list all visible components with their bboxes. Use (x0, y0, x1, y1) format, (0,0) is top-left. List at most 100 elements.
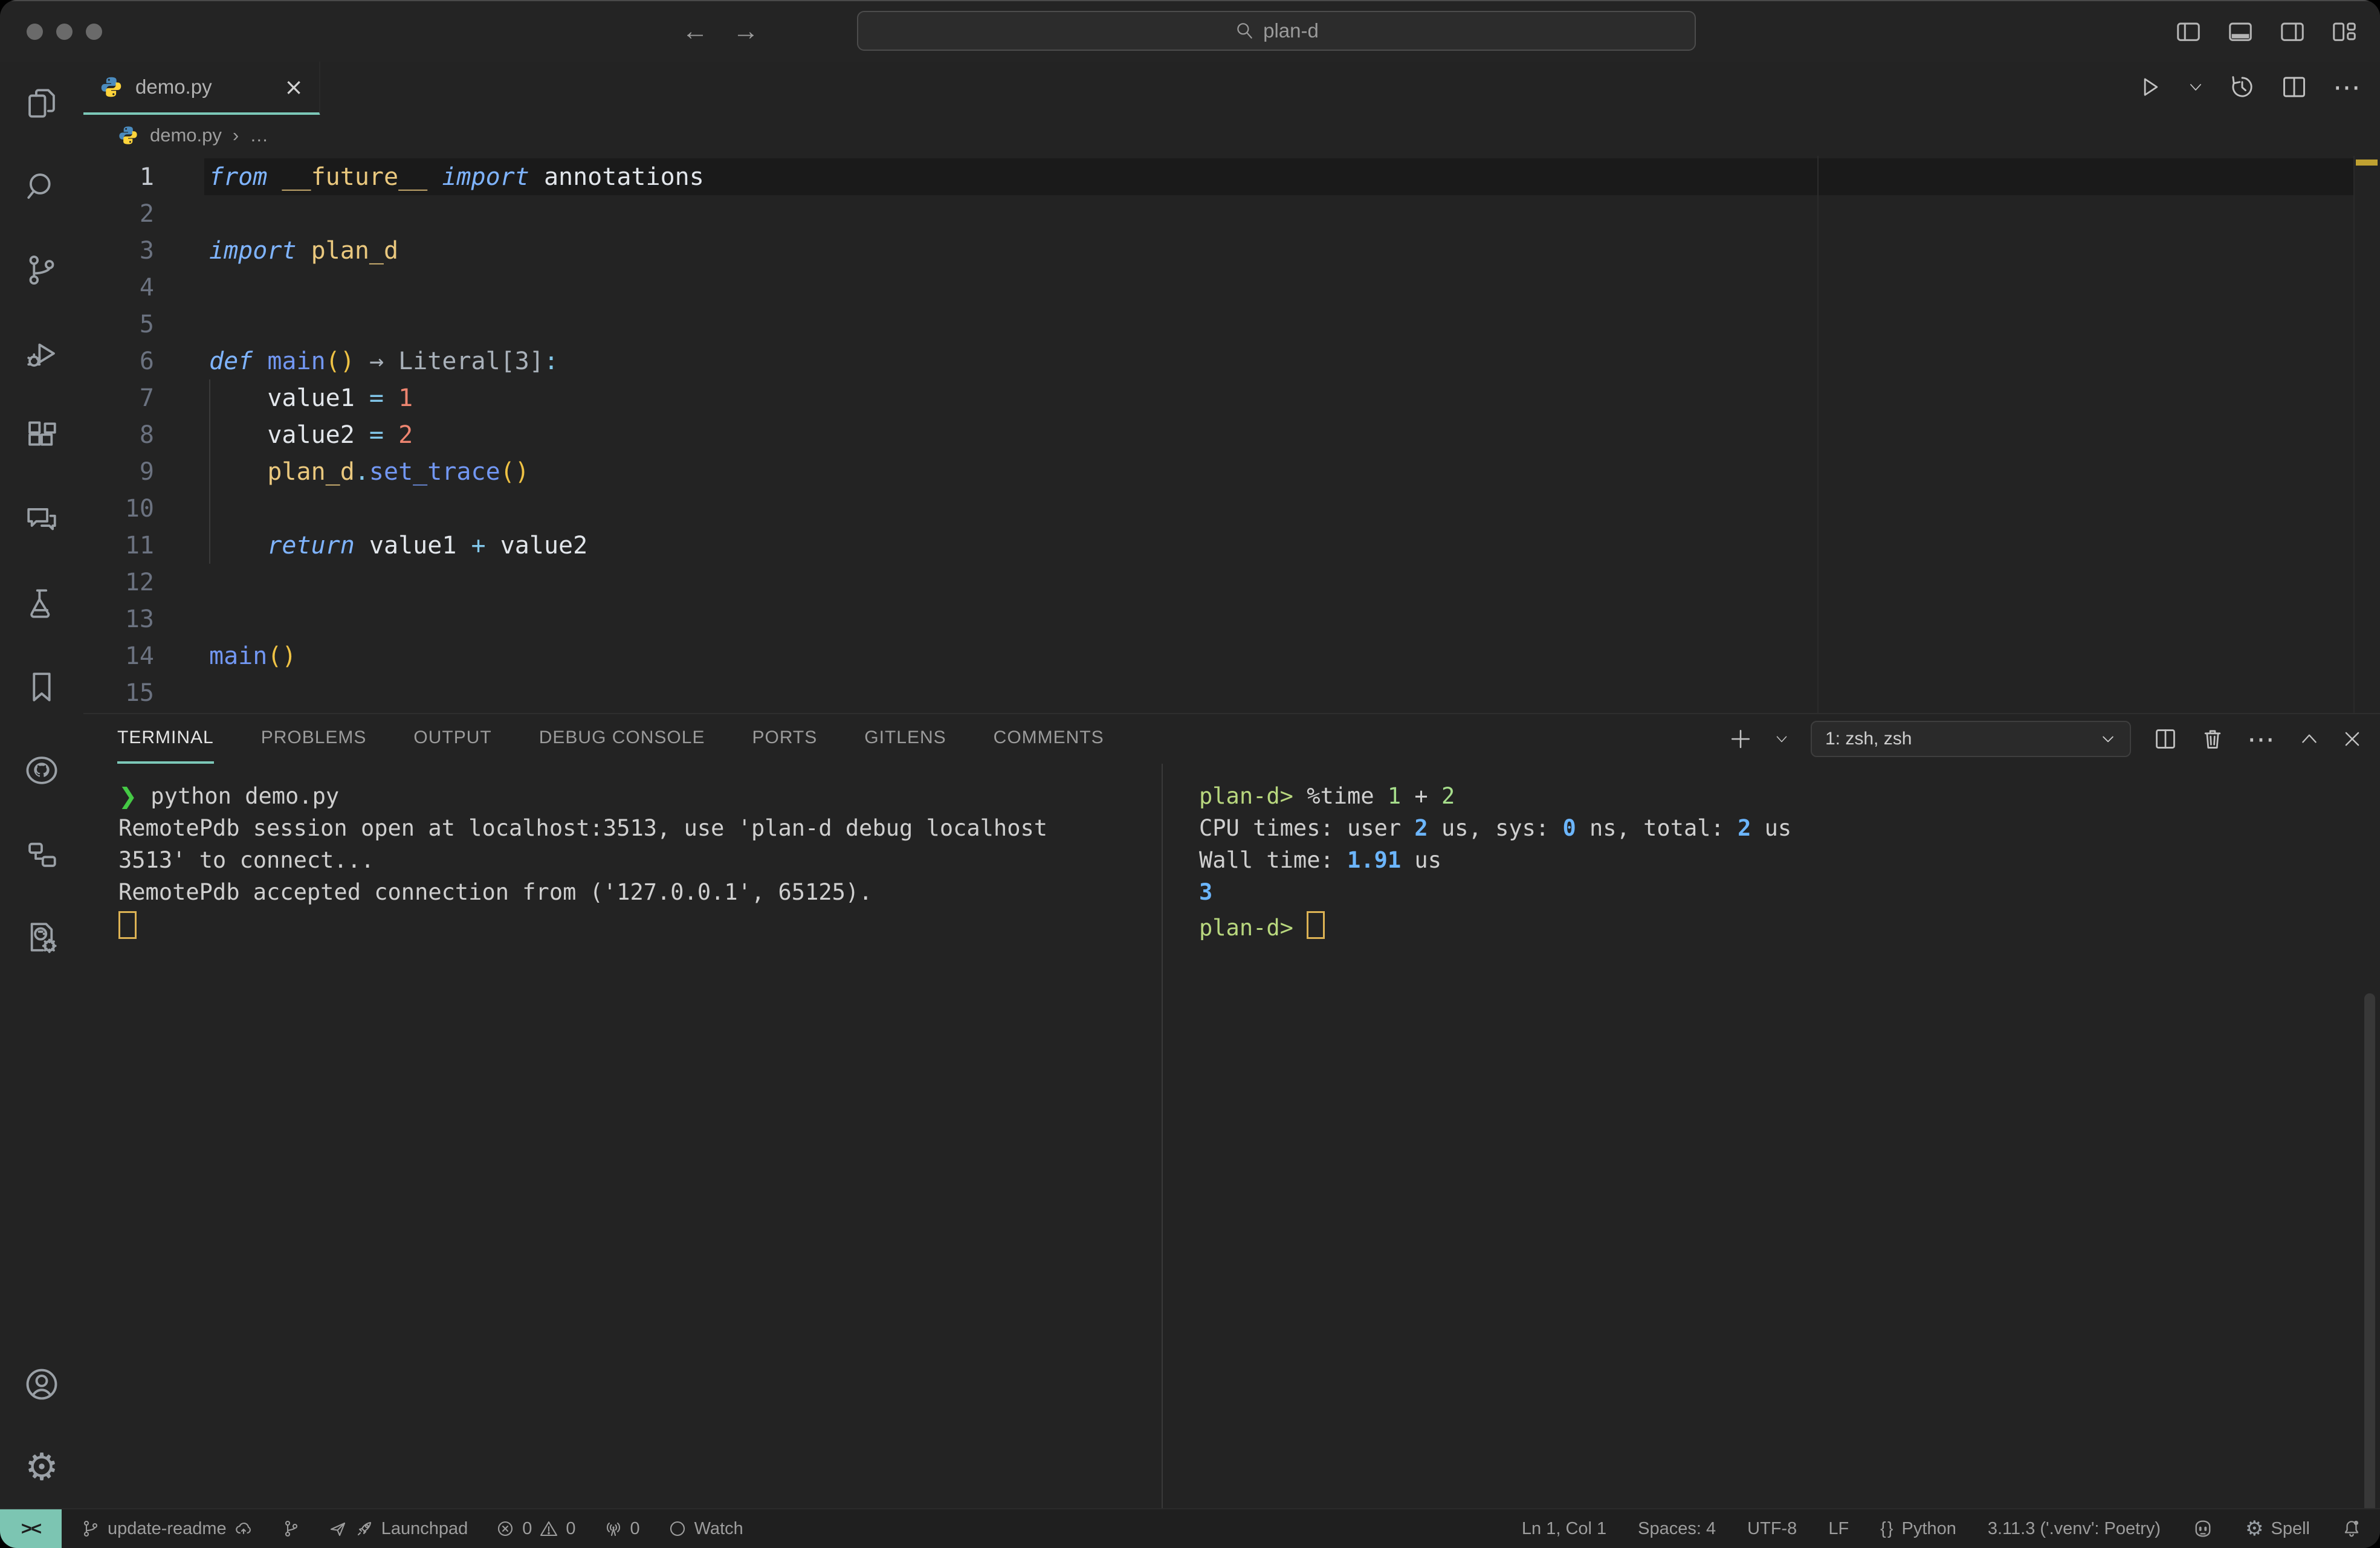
vscode-window: ← → plan-d (0, 0, 2380, 1548)
close-panel-icon[interactable] (2341, 728, 2363, 750)
extensions-icon[interactable] (0, 395, 83, 479)
panel-tab-output[interactable]: OUTPUT (413, 714, 491, 764)
window-controls[interactable] (27, 24, 102, 40)
cursor-position-item[interactable]: Ln 1, Col 1 (1522, 1519, 1606, 1539)
panel-tab-terminal[interactable]: TERMINAL (117, 714, 214, 764)
terminal-select[interactable]: 1: zsh, zsh (1811, 721, 2131, 757)
tab-demo-py[interactable]: demo.py × (83, 62, 320, 115)
git-branch-label: update-readme (108, 1519, 227, 1539)
code-line[interactable]: 5 (83, 306, 2380, 343)
panel-tab-gitlens[interactable]: GITLENS (864, 714, 946, 764)
run-debug-icon[interactable] (0, 312, 83, 395)
terminal-scrollbar[interactable] (2364, 993, 2375, 1537)
remote-explorer-icon[interactable] (0, 812, 83, 895)
terminal-pane-divider[interactable] (1162, 764, 1163, 1509)
code-line[interactable]: 8 value2 = 2 (83, 416, 2380, 453)
terminal-cursor (118, 911, 137, 939)
toggle-secondary-sidebar-icon[interactable] (2278, 18, 2306, 45)
publish-cloud-icon (234, 1519, 253, 1538)
customize-layout-icon[interactable] (2330, 18, 2358, 45)
terminal-pane-left[interactable]: ❯ python demo.pyRemotePdb session open a… (118, 783, 1140, 943)
code-line[interactable]: 10 (83, 490, 2380, 527)
spell-checker-item[interactable]: ⚙ Spell (2245, 1518, 2310, 1539)
zoom-window-button[interactable] (86, 24, 102, 40)
comments-view-icon[interactable] (0, 479, 83, 562)
kill-terminal-trash-icon[interactable] (2200, 726, 2225, 752)
toggle-panel-icon[interactable] (2226, 18, 2254, 45)
code-line[interactable]: 11 return value1 + value2 (83, 527, 2380, 564)
go-forward-icon[interactable]: → (732, 16, 759, 47)
error-icon (496, 1519, 515, 1538)
run-dropdown-chevron-icon[interactable] (2188, 79, 2204, 95)
testing-icon[interactable] (0, 562, 83, 645)
line-number: 8 (83, 421, 154, 449)
remote-indicator[interactable]: >< (0, 1509, 62, 1548)
maximize-panel-chevron-icon[interactable] (2299, 729, 2320, 749)
copilot-icon (2192, 1518, 2214, 1540)
close-window-button[interactable] (27, 24, 43, 40)
terminal-profile-chevron-icon[interactable] (1774, 732, 1789, 746)
breadcrumb: demo.py › … (83, 115, 2380, 156)
notifications-item[interactable] (2341, 1518, 2362, 1539)
explorer-icon[interactable] (0, 62, 83, 145)
encoding-item[interactable]: UTF-8 (1747, 1519, 1797, 1539)
editor-tab-bar: demo.py × ⋯ (83, 62, 2380, 115)
cpp-tools-icon[interactable] (0, 895, 83, 979)
code-line[interactable]: 6def main() → Literal[3]: (83, 343, 2380, 379)
toggle-primary-sidebar-icon[interactable] (2175, 18, 2202, 45)
panel-tab-comments[interactable]: COMMENTS (994, 714, 1104, 764)
breadcrumb-file[interactable]: demo.py (150, 124, 222, 146)
language-mode-item[interactable]: {} Python (1880, 1519, 1956, 1539)
git-branch-item[interactable]: update-readme (81, 1519, 253, 1539)
ports-tunnel-item[interactable]: 0 (604, 1519, 640, 1539)
settings-gear-icon[interactable]: ⚙ (0, 1426, 83, 1509)
go-back-icon[interactable]: ← (682, 16, 708, 47)
commit-graph-item[interactable] (281, 1519, 300, 1538)
copilot-item[interactable] (2192, 1518, 2214, 1540)
github-icon[interactable] (0, 729, 83, 812)
problems-item[interactable]: 0 0 (496, 1519, 575, 1539)
code-line[interactable]: 3import plan_d (83, 232, 2380, 269)
line-number: 3 (83, 237, 154, 265)
code-line[interactable]: 4 (83, 269, 2380, 306)
source-control-icon[interactable] (0, 228, 83, 312)
search-view-icon[interactable] (0, 145, 83, 228)
python-interpreter-item[interactable]: 3.11.3 ('.venv': Poetry) (1988, 1519, 2161, 1539)
panel-more-actions-icon[interactable]: ⋯ (2247, 723, 2277, 755)
code-line[interactable]: 15 (83, 674, 2380, 711)
new-terminal-icon[interactable] (1728, 727, 1753, 751)
timeline-history-icon[interactable] (2229, 74, 2256, 100)
radio-tower-icon (604, 1519, 623, 1538)
code-editor[interactable]: 1from __future__ import annotations 2 3imp… (83, 156, 2380, 713)
panel-tab-debug-console[interactable]: DEBUG CONSOLE (539, 714, 705, 764)
code-line[interactable]: 7 value1 = 1 (83, 379, 2380, 416)
code-line[interactable]: 14main() (83, 637, 2380, 674)
commit-graph-icon (281, 1519, 300, 1538)
code-line[interactable]: 9 plan_d.set_trace() (83, 453, 2380, 490)
indentation-item[interactable]: Spaces: 4 (1638, 1519, 1716, 1539)
terminal-pane-right[interactable]: plan-d> %time 1 + 2CPU times: user 2 us,… (1199, 783, 2338, 943)
close-tab-icon[interactable]: × (284, 74, 303, 100)
line-number: 2 (83, 200, 154, 228)
code-line[interactable]: 1from __future__ import annotations (83, 158, 2380, 195)
command-center-search[interactable]: plan-d (857, 11, 1696, 51)
panel-tab-ports[interactable]: PORTS (752, 714, 817, 764)
run-python-file-icon[interactable] (2137, 74, 2162, 100)
code-line[interactable]: 2 (83, 195, 2380, 232)
watch-item[interactable]: Watch (668, 1519, 743, 1539)
code-line[interactable]: 13 (83, 601, 2380, 637)
accounts-icon[interactable] (0, 1343, 83, 1426)
terminal-select-label: 1: zsh, zsh (1825, 729, 2094, 749)
terminal-area[interactable]: ❯ python demo.pyRemotePdb session open a… (83, 764, 2380, 1509)
bookmarks-icon[interactable] (0, 645, 83, 729)
launchpad-item[interactable]: Launchpad (328, 1519, 468, 1539)
code-line[interactable]: 12 (83, 564, 2380, 601)
split-editor-icon[interactable] (2281, 74, 2307, 100)
breadcrumb-symbol[interactable]: … (250, 124, 268, 146)
split-terminal-icon[interactable] (2153, 726, 2178, 752)
spell-label: Spell (2271, 1519, 2310, 1539)
editor-more-actions-icon[interactable]: ⋯ (2333, 71, 2363, 103)
panel-tab-problems[interactable]: PROBLEMS (261, 714, 367, 764)
eol-item[interactable]: LF (1828, 1519, 1849, 1539)
minimize-window-button[interactable] (56, 24, 73, 40)
